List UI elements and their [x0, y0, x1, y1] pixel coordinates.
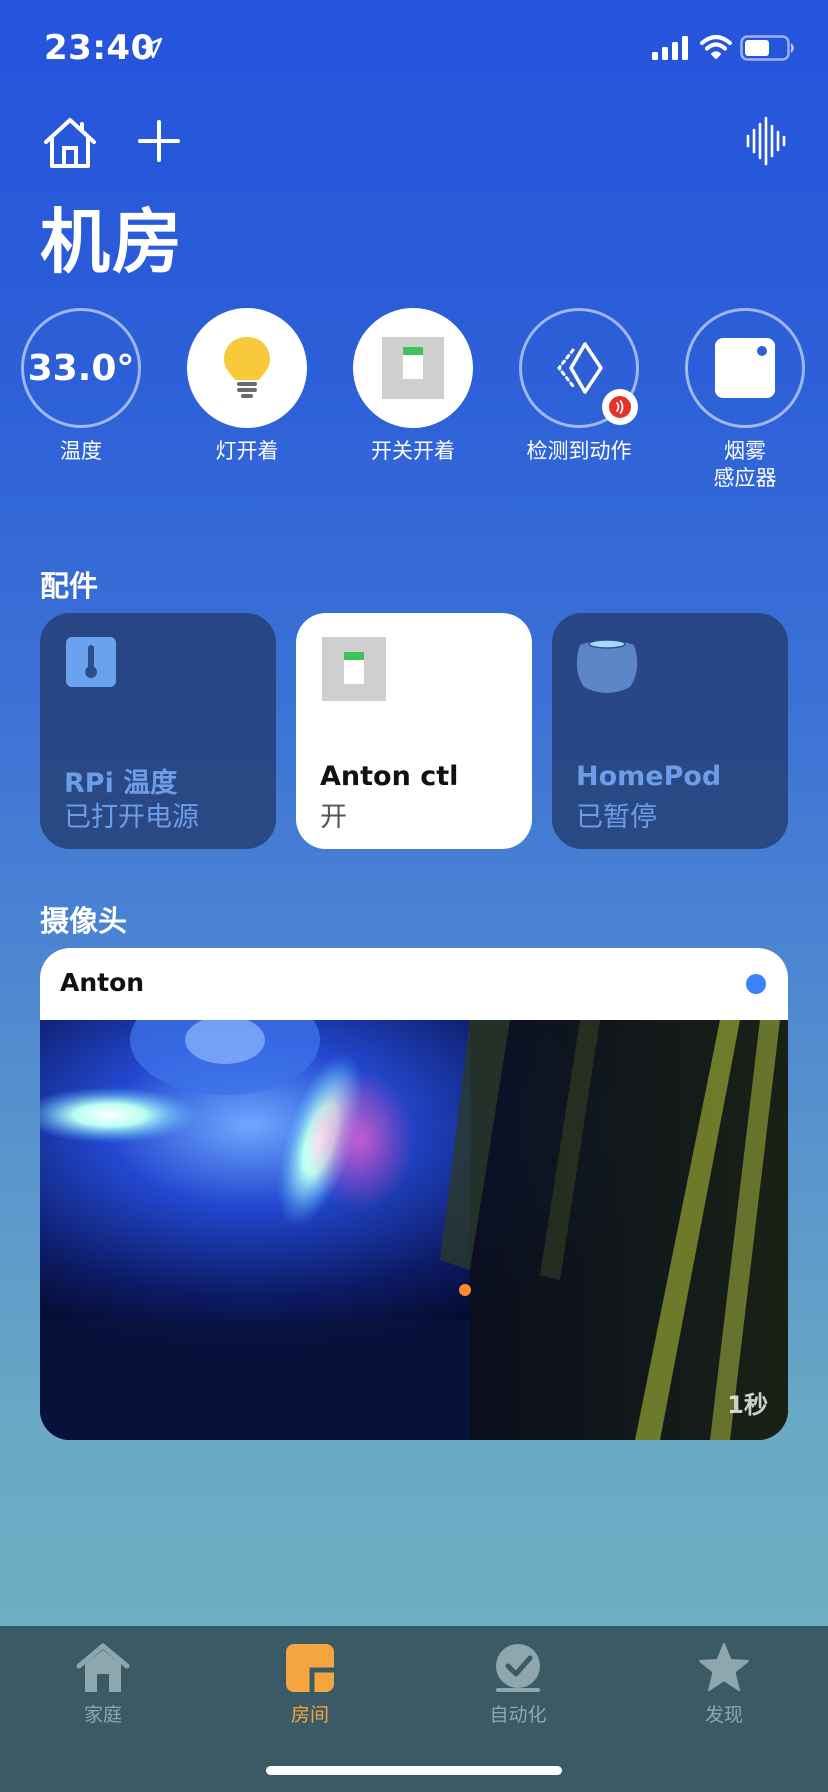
camera-age: 1秒 [727, 1391, 768, 1419]
tab-label: 家庭 [83, 1704, 122, 1726]
tab-label: 自动化 [489, 1704, 547, 1726]
camera-header: Anton [40, 948, 788, 1020]
lightbulb-icon [224, 337, 270, 398]
status-switch[interactable]: 开关开着 [351, 308, 475, 465]
status-temperature[interactable]: 33.0° 温度 [19, 308, 143, 465]
accessory-tile-homepod[interactable]: HomePod 已暂停 [552, 613, 788, 849]
switch-circle[interactable] [353, 308, 473, 428]
light-circle[interactable] [187, 308, 307, 428]
status-light[interactable]: 灯开着 [185, 308, 309, 465]
plus-icon[interactable] [136, 118, 182, 164]
smoke-label-line1: 烟雾 [724, 439, 766, 463]
status-motion[interactable]: 检测到动作 [517, 308, 641, 465]
motion-circle[interactable] [519, 308, 639, 428]
temperature-circle[interactable]: 33.0° [21, 308, 141, 428]
accessory-name: HomePod [576, 761, 722, 792]
wifi-icon [700, 35, 732, 59]
motion-badge [602, 389, 638, 425]
rooms-tab-icon [286, 1644, 334, 1692]
accessory-tile-rpi-temperature[interactable]: RPi 温度 已打开电源 [40, 613, 276, 849]
battery-icon [740, 35, 794, 61]
camera-status-dot [746, 974, 766, 994]
tab-rooms[interactable]: 房间 [240, 1642, 380, 1727]
thermometer-icon [66, 637, 116, 687]
tab-label: 发现 [704, 1704, 743, 1726]
cameras-section-title: 摄像头 [40, 904, 128, 938]
switch-icon [382, 337, 444, 399]
cellular-signal-icon [652, 36, 688, 60]
status-label-smoke: 烟雾 感应器 [683, 438, 807, 492]
smoke-sensor-icon [715, 338, 775, 398]
status-smoke[interactable]: 烟雾 感应器 [683, 308, 807, 492]
home-icon[interactable] [40, 114, 100, 172]
accessory-name: Anton ctl [320, 761, 459, 792]
status-time: 23:40 [44, 28, 155, 68]
camera-name: Anton [60, 968, 145, 997]
accessory-status: 已暂停 [576, 802, 657, 833]
alert-waves-icon [609, 396, 631, 418]
temperature-value: 33.0° [27, 347, 135, 389]
accessory-tile-anton-ctl[interactable]: Anton ctl 开 [296, 613, 532, 849]
status-bar: 23:40 [0, 0, 828, 96]
voice-waveform-icon[interactable] [744, 116, 788, 166]
location-arrow-icon [141, 37, 163, 59]
motion-sensor-icon [557, 342, 603, 394]
page-title: 机房 [40, 201, 184, 283]
home-indicator[interactable] [266, 1766, 562, 1775]
status-label-motion: 检测到动作 [526, 439, 632, 463]
discover-star-icon [699, 1643, 749, 1691]
tab-label: 房间 [290, 1704, 329, 1726]
home-tab-icon [76, 1643, 130, 1692]
switch-icon [322, 637, 386, 701]
status-label-temperature: 温度 [60, 439, 102, 463]
status-label-light: 灯开着 [215, 439, 279, 463]
tab-home[interactable]: 家庭 [33, 1642, 173, 1727]
automation-tab-icon [496, 1644, 540, 1692]
tab-automation[interactable]: 自动化 [448, 1642, 588, 1727]
homepod-icon [576, 639, 638, 693]
tab-discover[interactable]: 发现 [654, 1642, 794, 1727]
smoke-label-line2: 感应器 [713, 466, 777, 490]
status-label-switch: 开关开着 [371, 439, 455, 463]
camera-feed-image[interactable] [40, 1020, 788, 1440]
accessory-status: 已打开电源 [64, 802, 199, 833]
accessories-section-title: 配件 [40, 569, 99, 603]
camera-card-anton[interactable]: Anton 1秒 [40, 948, 788, 1440]
smoke-circle[interactable] [685, 308, 805, 428]
accessory-status: 开 [320, 802, 347, 833]
